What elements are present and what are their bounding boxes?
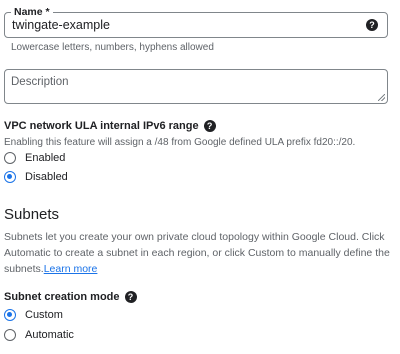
ipv6-range-description: Enabling this feature will assign a /48 …	[4, 137, 356, 148]
ipv6-enabled-radio[interactable]	[4, 152, 16, 164]
help-icon[interactable]: ?	[366, 19, 378, 31]
subnet-mode-automatic-option[interactable]: Automatic	[4, 328, 74, 342]
name-field[interactable]: Name * ?	[4, 5, 388, 38]
subnet-mode-custom-label: Custom	[25, 309, 63, 321]
ipv6-disabled-radio[interactable]	[4, 171, 16, 183]
subnet-creation-mode-label-text: Subnet creation mode	[4, 291, 120, 303]
ipv6-enabled-option[interactable]: Enabled	[4, 151, 65, 165]
name-input[interactable]	[12, 17, 352, 33]
help-icon[interactable]: ?	[124, 291, 137, 303]
subnets-description: Subnets let you create your own private …	[4, 229, 396, 277]
subnets-heading: Subnets	[4, 206, 60, 223]
ipv6-disabled-option[interactable]: Disabled	[4, 170, 68, 184]
ipv6-range-label: VPC network ULA internal IPv6 range ?	[4, 119, 216, 133]
description-field[interactable]	[4, 69, 388, 104]
subnet-mode-custom-option[interactable]: Custom	[4, 308, 63, 322]
subnet-mode-custom-radio[interactable]	[4, 309, 16, 321]
subnet-mode-automatic-label: Automatic	[25, 329, 74, 341]
subnet-creation-mode-label: Subnet creation mode ?	[4, 290, 137, 304]
description-input[interactable]	[11, 76, 371, 98]
name-hint: Lowercase letters, numbers, hyphens allo…	[11, 42, 214, 53]
ipv6-disabled-label: Disabled	[25, 171, 68, 183]
ipv6-range-label-text: VPC network ULA internal IPv6 range	[4, 120, 199, 132]
resize-handle-icon[interactable]	[378, 94, 385, 101]
ipv6-enabled-label: Enabled	[25, 152, 66, 164]
help-icon[interactable]: ?	[203, 120, 216, 132]
subnet-mode-automatic-radio[interactable]	[4, 329, 16, 341]
learn-more-link[interactable]: Learn more	[44, 263, 98, 275]
